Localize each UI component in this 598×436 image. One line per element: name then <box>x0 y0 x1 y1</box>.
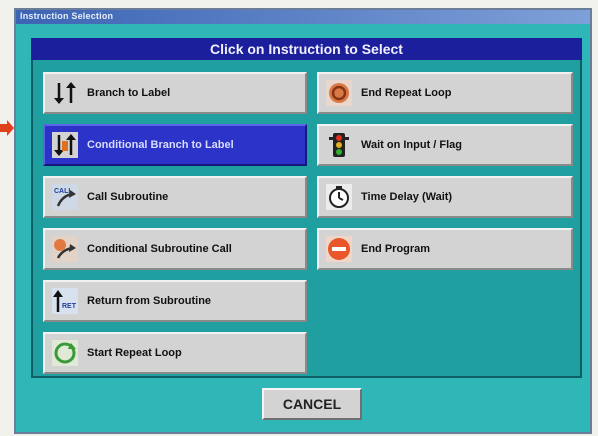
svg-text:RET: RET <box>62 303 77 310</box>
wait-on-input-flag-button[interactable]: Wait on Input / Flag <box>317 124 573 166</box>
traffic-light-icon <box>325 131 353 159</box>
start-loop-icon <box>51 339 79 367</box>
branch-to-label-button[interactable]: Branch to Label <box>43 72 307 114</box>
button-label: Branch to Label <box>87 87 171 99</box>
button-label: Conditional Branch to Label <box>87 139 234 151</box>
branch-arrows-icon <box>51 79 79 107</box>
button-label: Time Delay (Wait) <box>361 191 453 203</box>
window-titlebar: Instruction Selection <box>16 10 590 24</box>
clock-icon <box>325 183 353 211</box>
call-subroutine-button[interactable]: CALL Call Subroutine <box>43 176 307 218</box>
pointer-arrow-icon <box>0 120 14 136</box>
button-label: Return from Subroutine <box>87 295 212 307</box>
button-label: Call Subroutine <box>87 191 169 203</box>
button-label: Conditional Subroutine Call <box>87 243 232 255</box>
button-label: End Repeat Loop <box>361 87 452 99</box>
end-program-button[interactable]: End Program <box>317 228 573 270</box>
window-title: Instruction Selection <box>20 11 114 21</box>
conditional-call-icon <box>51 235 79 263</box>
stop-icon <box>325 235 353 263</box>
end-repeat-loop-button[interactable]: End Repeat Loop <box>317 72 573 114</box>
instruction-panel: Click on Instruction to Select Branch to… <box>31 38 582 378</box>
return-from-subroutine-button[interactable]: RET Return from Subroutine <box>43 280 307 322</box>
conditional-subroutine-call-button[interactable]: Conditional Subroutine Call <box>43 228 307 270</box>
call-subroutine-icon: CALL <box>51 183 79 211</box>
conditional-branch-icon <box>51 131 79 159</box>
cancel-button[interactable]: CANCEL <box>262 388 362 420</box>
instruction-selection-dialog: Instruction Selection Click on Instructi… <box>14 8 592 434</box>
button-label: Wait on Input / Flag <box>361 139 463 151</box>
return-icon: RET <box>51 287 79 315</box>
start-repeat-loop-button[interactable]: Start Repeat Loop <box>43 332 307 374</box>
conditional-branch-to-label-button[interactable]: Conditional Branch to Label <box>43 124 307 166</box>
button-label: Start Repeat Loop <box>87 347 182 359</box>
button-label: End Program <box>361 243 431 255</box>
panel-header: Click on Instruction to Select <box>31 38 582 60</box>
time-delay-wait-button[interactable]: Time Delay (Wait) <box>317 176 573 218</box>
end-loop-icon <box>325 79 353 107</box>
